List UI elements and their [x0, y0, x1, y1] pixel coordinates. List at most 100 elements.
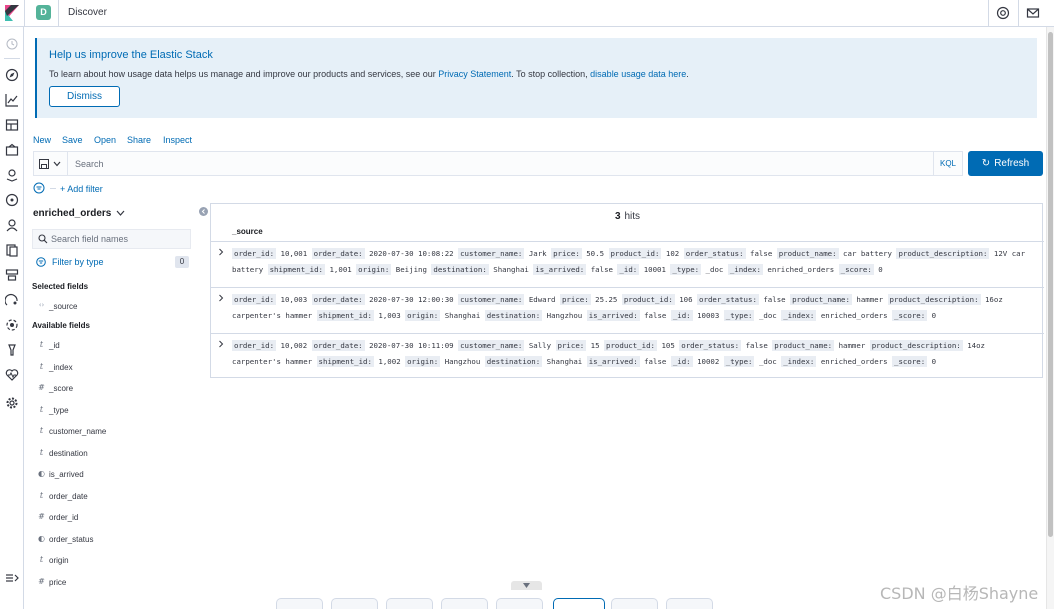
- field-type-icon: ‹›: [38, 301, 45, 309]
- field-value: _doc: [758, 311, 777, 320]
- infrastructure-icon[interactable]: [5, 268, 19, 282]
- index-pattern-selector[interactable]: enriched_orders: [33, 208, 125, 219]
- field-item[interactable]: # order_id: [32, 512, 192, 526]
- dismiss-button[interactable]: Dismiss: [49, 86, 120, 107]
- logs-icon[interactable]: [5, 243, 19, 257]
- field-item[interactable]: ◐ order_status: [32, 534, 192, 548]
- field-value: 0: [931, 357, 937, 366]
- field-item[interactable]: ‹› _source: [32, 301, 192, 315]
- expand-row-icon[interactable]: [217, 248, 225, 256]
- discover-compass-icon[interactable]: [5, 68, 19, 82]
- siem-icon[interactable]: [5, 218, 19, 232]
- inspect-button[interactable]: Inspect: [163, 135, 192, 145]
- expand-row-icon[interactable]: [217, 294, 225, 302]
- share-button[interactable]: Share: [127, 135, 151, 145]
- field-key: price:: [555, 340, 587, 351]
- refresh-button[interactable]: ↻ Refresh: [968, 151, 1043, 176]
- maps-icon[interactable]: [5, 168, 19, 182]
- add-filter-button[interactable]: + Add filter: [60, 184, 103, 194]
- help-icon[interactable]: [996, 6, 1010, 20]
- privacy-statement-link[interactable]: Privacy Statement: [438, 69, 511, 79]
- space-avatar[interactable]: D: [36, 5, 51, 20]
- recent-clock-icon[interactable]: [5, 37, 19, 51]
- field-value: carpenter's hammer: [232, 311, 313, 320]
- field-key: order_date:: [311, 340, 365, 351]
- field-value: hammer: [838, 341, 866, 350]
- hits-count: 3: [614, 211, 621, 222]
- selected-fields-heading: Selected fields: [32, 282, 89, 291]
- field-item[interactable]: t customer_name: [32, 426, 192, 440]
- field-search-input[interactable]: [51, 230, 186, 248]
- field-name: order_status: [49, 535, 94, 544]
- field-key: _id:: [670, 310, 693, 321]
- collapse-sidebar-button[interactable]: [199, 207, 208, 216]
- dock-item[interactable]: [496, 598, 543, 609]
- apm-icon[interactable]: [5, 293, 19, 307]
- document-source-line-1: order_id: 10,003 order_date: 2020-07-30 …: [232, 294, 1003, 306]
- dock-item[interactable]: [331, 598, 378, 609]
- document-source-line-1: order_id: 10,001 order_date: 2020-07-30 …: [232, 248, 1025, 260]
- table-row: order_id: 10,002 order_date: 2020-07-30 …: [211, 333, 1044, 379]
- field-type-icon: ◐: [38, 469, 45, 478]
- field-value: hammer: [856, 295, 884, 304]
- dock-item[interactable]: [386, 598, 433, 609]
- dashboard-icon[interactable]: [5, 118, 19, 132]
- field-value: 25.25: [595, 295, 618, 304]
- field-item[interactable]: t _type: [32, 405, 192, 419]
- monitoring-icon[interactable]: [5, 368, 19, 382]
- dock-item[interactable]: [611, 598, 658, 609]
- side-navigation: [0, 27, 24, 609]
- mail-icon[interactable]: [1026, 6, 1040, 20]
- field-item[interactable]: t origin: [32, 555, 192, 569]
- field-value: Shanghai: [444, 311, 481, 320]
- field-item[interactable]: t destination: [32, 448, 192, 462]
- dock-item-active[interactable]: [553, 598, 605, 609]
- dock-item[interactable]: [276, 598, 323, 609]
- expand-row-icon[interactable]: [217, 340, 225, 348]
- field-key: order_date:: [311, 294, 365, 305]
- dock-item[interactable]: [666, 598, 713, 609]
- field-item[interactable]: # price: [32, 577, 192, 591]
- field-value: false: [750, 249, 773, 258]
- field-item[interactable]: # _score: [32, 383, 192, 397]
- field-item[interactable]: ◐ is_arrived: [32, 469, 192, 483]
- open-button[interactable]: Open: [94, 135, 116, 145]
- field-name: _score: [49, 384, 74, 393]
- field-key: customer_name:: [458, 340, 525, 351]
- field-key: product_name:: [772, 340, 835, 351]
- field-value: 15: [590, 341, 600, 350]
- field-value: Beijing: [395, 265, 427, 274]
- disable-usage-data-link[interactable]: disable usage data here: [590, 69, 686, 79]
- filter-options-icon[interactable]: [33, 182, 45, 194]
- kibana-logo-icon[interactable]: [5, 5, 19, 21]
- field-name: order_date: [49, 492, 88, 501]
- search-input[interactable]: [74, 152, 934, 175]
- canvas-icon[interactable]: [5, 143, 19, 157]
- field-value: car battery: [843, 249, 892, 258]
- save-button[interactable]: Save: [62, 135, 83, 145]
- query-language-switcher[interactable]: KQL: [933, 152, 962, 175]
- dock-item[interactable]: [441, 598, 488, 609]
- field-value: 50.5: [586, 249, 605, 258]
- collapse-nav-icon[interactable]: [5, 571, 19, 585]
- dev-tools-icon[interactable]: [5, 343, 19, 357]
- page-scrollbar[interactable]: [1046, 27, 1054, 609]
- uptime-icon[interactable]: [5, 318, 19, 332]
- visualize-icon[interactable]: [5, 93, 19, 107]
- management-gear-icon[interactable]: [5, 396, 19, 410]
- saved-queries-button[interactable]: [34, 152, 68, 175]
- new-button[interactable]: New: [33, 135, 51, 145]
- scrollbar-thumb[interactable]: [1048, 32, 1053, 537]
- field-key: _type:: [723, 310, 755, 321]
- field-item[interactable]: t _id: [32, 340, 192, 354]
- document-source-line-2: battery shipment_id: 1,001 origin: Beiji…: [232, 264, 883, 276]
- bottom-drawer-handle[interactable]: [511, 581, 542, 590]
- field-value: carpenter's hammer: [232, 357, 313, 366]
- ml-icon[interactable]: [5, 193, 19, 207]
- field-item[interactable]: t _index: [32, 362, 192, 376]
- filter-by-type-button[interactable]: Filter by type 0: [32, 252, 191, 272]
- field-key: destination:: [484, 356, 543, 367]
- field-name: customer_name: [49, 427, 107, 436]
- header-divider: [58, 0, 59, 27]
- field-item[interactable]: t order_date: [32, 491, 192, 505]
